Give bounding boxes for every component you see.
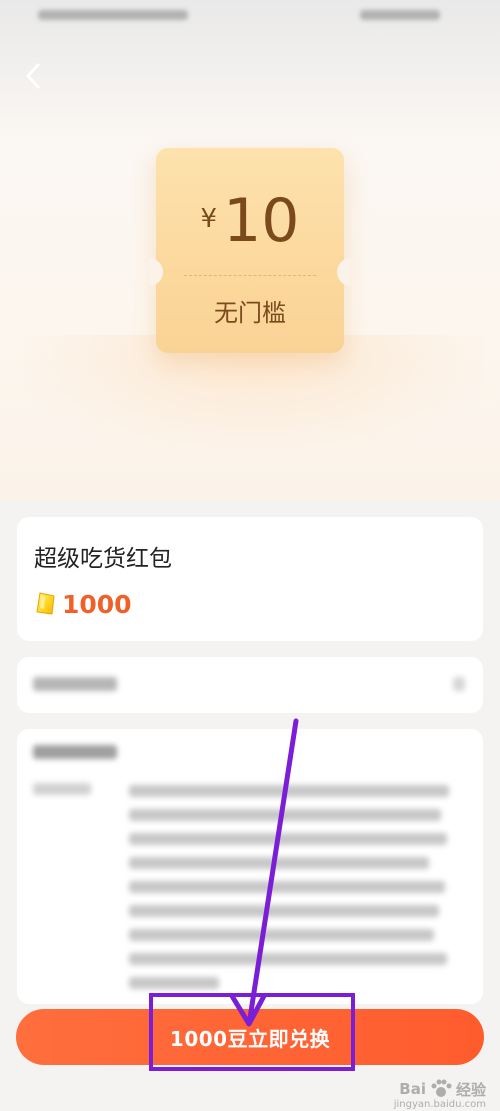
voucher-condition: 无门槛 [214, 299, 286, 327]
usage-notes-card [17, 729, 483, 1004]
applicable-stores-row[interactable] [17, 657, 483, 713]
product-info-card: 超级吃货红包 1000 [17, 517, 483, 641]
watermark-url: jingyan.baidu.com [393, 1099, 486, 1110]
product-price: 1000 [34, 589, 132, 619]
paw-logo-icon [431, 1079, 452, 1097]
currency-symbol: ¥ [200, 204, 218, 234]
watermark-brand-right: 经验 [455, 1080, 486, 1099]
watermark-brand-left: Bai [399, 1080, 426, 1098]
chevron-right-icon [453, 677, 465, 691]
gold-bean-icon [36, 592, 55, 615]
voucher-amount: 10 [223, 186, 300, 256]
redeem-button-label: 1000豆立即兑换 [169, 1026, 331, 1051]
back-button[interactable] [18, 58, 48, 94]
voucher-platform [25, 335, 485, 455]
product-cost: 1000 [62, 589, 132, 619]
redeem-button[interactable]: 1000豆立即兑换 [16, 1009, 484, 1065]
baidu-jingyan-watermark: Bai 经验 jingyan.baidu.com [394, 1077, 486, 1110]
ticket-divider [184, 275, 316, 276]
voucher-ticket: ¥10 无门槛 [149, 148, 351, 353]
voucher-hero: ¥10 无门槛 [0, 0, 500, 500]
product-title: 超级吃货红包 [34, 546, 172, 572]
chevron-left-icon [26, 63, 40, 89]
status-bar [0, 0, 500, 40]
voucher-price: ¥10 [156, 186, 344, 256]
